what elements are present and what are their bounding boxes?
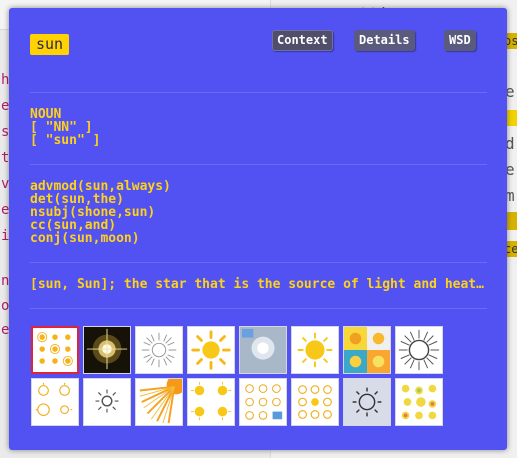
sun-small-grey-icon[interactable] [83,378,131,426]
sun-cartoon-set-icon[interactable] [395,378,443,426]
word-info-popup: sun Context Details WSD NOUN [ "NN" ] [ … [9,8,507,450]
sun-line-icons-icon[interactable] [239,378,287,426]
sun-sky-flare-icon[interactable] [239,326,287,374]
sun-line-art-icon[interactable] [135,326,183,374]
section-divider [30,164,487,165]
sun-yellow-rays-icon[interactable] [187,326,235,374]
word-badge: sun [30,34,70,55]
sun-outline-set-icon[interactable] [291,378,339,426]
section-divider [30,262,487,263]
sun-icons-set-icon[interactable] [187,378,235,426]
sun-sketch-icon[interactable] [395,326,443,374]
sun-grey-outline-icon[interactable] [343,378,391,426]
sun-glow-dark-icon[interactable] [83,326,131,374]
section-divider [30,92,487,93]
sun-corner-rays-icon[interactable] [135,378,183,426]
pos-lemma: [ "sun" ] [30,133,101,148]
tab-wsd[interactable]: WSD [444,30,476,51]
tab-context[interactable]: Context [272,30,333,51]
sun-colored-tiles-icon[interactable] [343,326,391,374]
sun-yellow-icon[interactable] [291,326,339,374]
sun-outline-icons-icon[interactable] [31,378,79,426]
wordnet-gloss: [sun, Sun]; the star that is the source … [30,277,486,292]
dependency-line: conj(sun,moon) [30,231,140,246]
section-divider [30,308,487,309]
tab-details[interactable]: Details [354,30,415,51]
sun-icons-grid-icon[interactable] [31,326,79,374]
